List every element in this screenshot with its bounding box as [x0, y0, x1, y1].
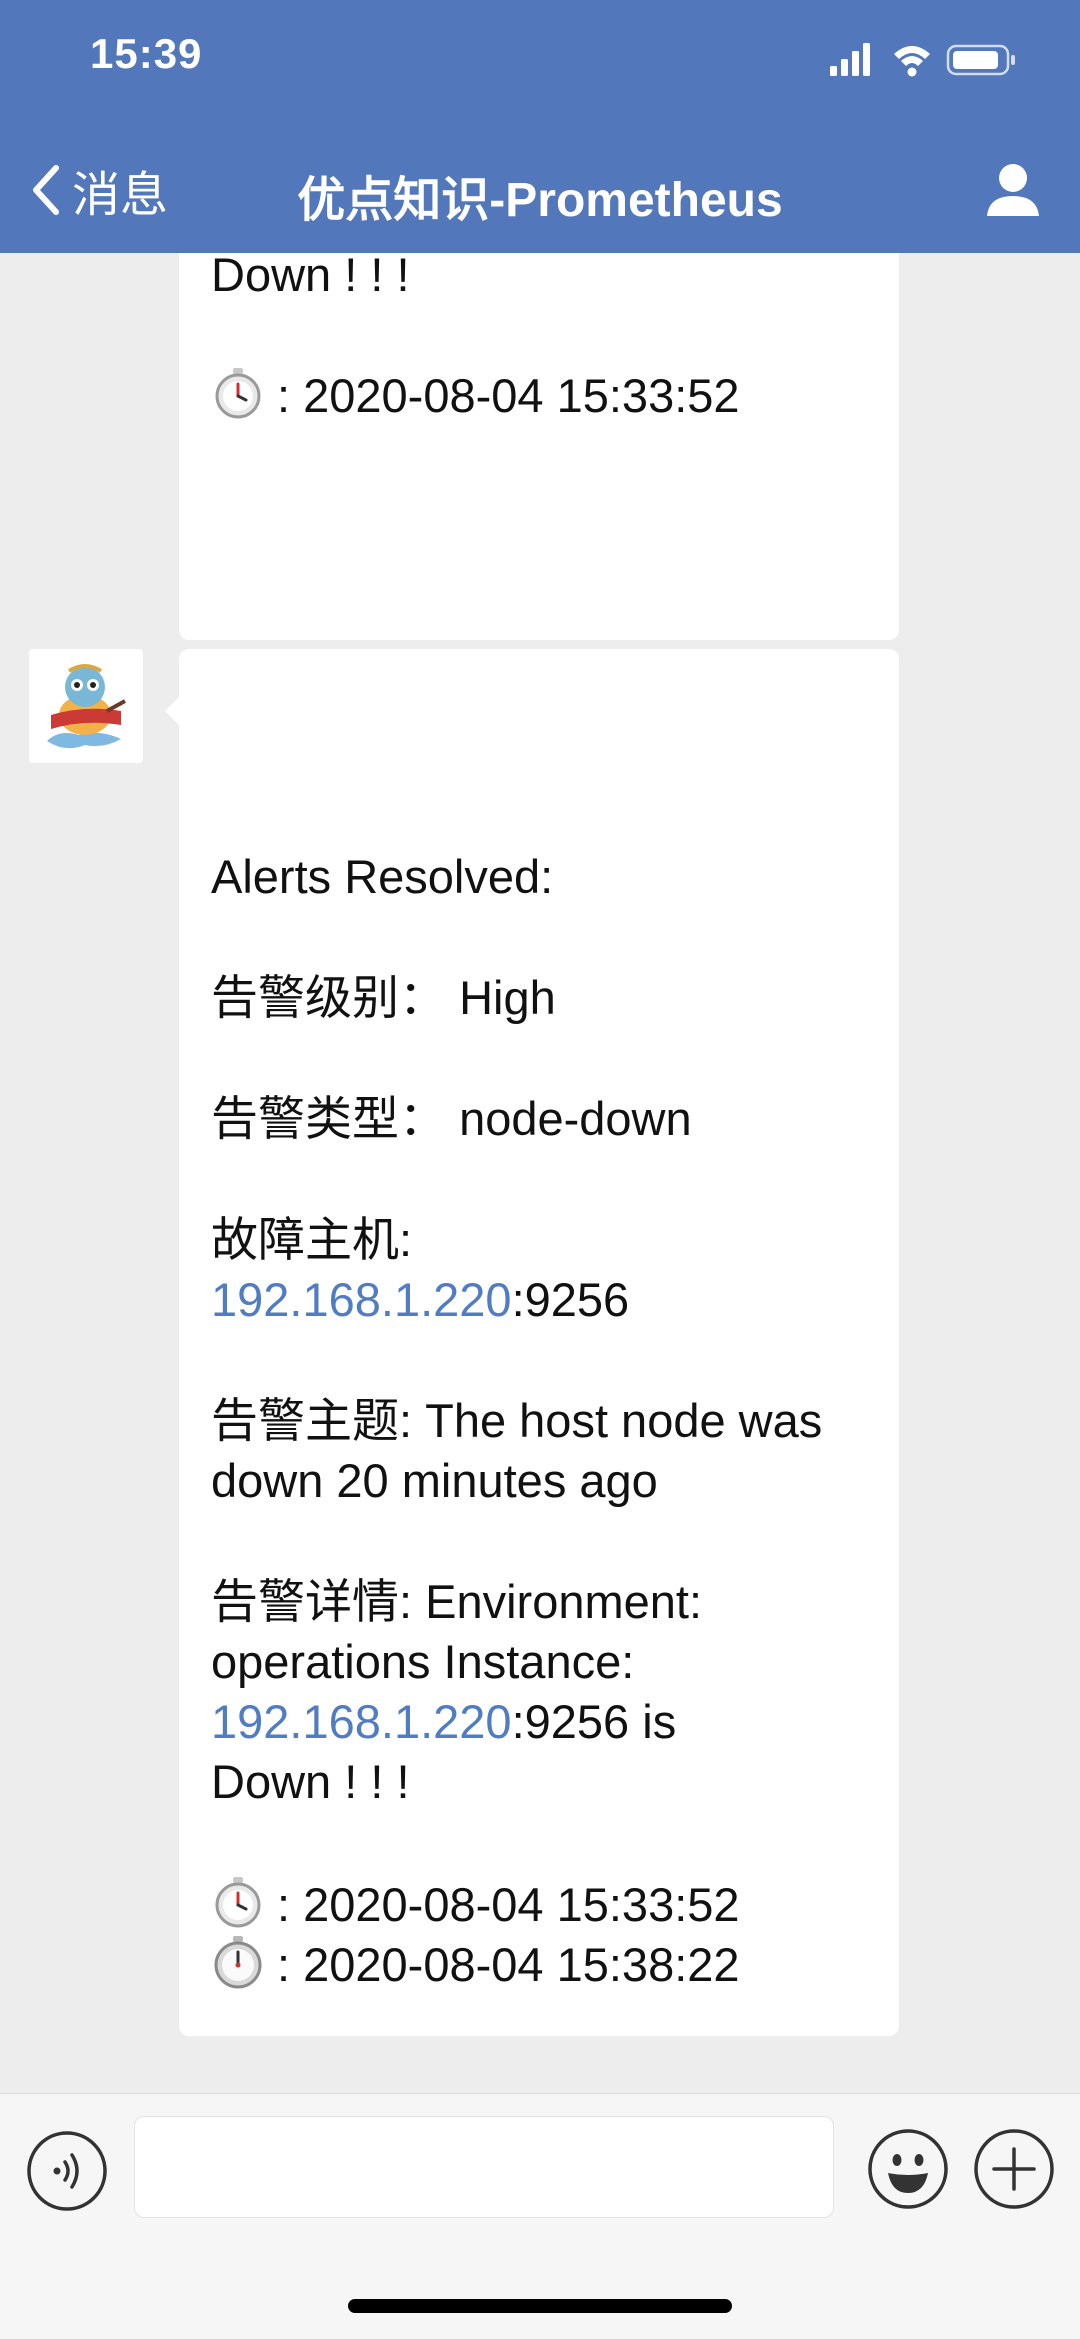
status-icons	[830, 43, 1015, 77]
detail-line: 告警详情: Environment:	[211, 1575, 703, 1628]
stopwatch-icon	[215, 1877, 261, 1928]
timestamp-text: : 2020-08-04 15:33:52	[277, 369, 740, 422]
plus-icon[interactable]	[972, 2127, 1056, 2211]
chat-title: 优点知识-Prometheus	[297, 174, 783, 227]
host-address: 192.168.1.220:9256	[211, 1270, 629, 1330]
voice-input-icon[interactable]	[25, 2129, 109, 2213]
timer-clock-icon	[214, 1936, 262, 1989]
alert-type: 告警类型： node-down	[211, 1089, 692, 1149]
message-line: Down ! ! !	[211, 253, 410, 301]
host-port: :9256	[511, 1273, 630, 1326]
message-bubble[interactable]: Alerts Resolved: 告警级别： High 告警类型： node-d…	[165, 649, 899, 2036]
status-time: 15:39	[90, 30, 203, 77]
cellular-signal-icon	[830, 43, 870, 76]
home-indicator[interactable]	[348, 2299, 732, 2313]
subject-line: 告警主题: The host node was	[211, 1394, 823, 1447]
alert-level: 告警级别： High	[211, 968, 556, 1028]
bot-avatar[interactable]	[29, 649, 143, 763]
start-time-text: : 2020-08-04 15:33:52	[277, 1878, 740, 1931]
chat-area[interactable]: Down ! ! ! : 2020-08-04 15:33:52 Alerts …	[0, 253, 1080, 2093]
end-time-text: : 2020-08-04 15:38:22	[277, 1938, 740, 1991]
alert-level-label: 告警级别：	[211, 971, 446, 1024]
start-time-line: : 2020-08-04 15:33:52	[211, 1875, 740, 1935]
profile-icon[interactable]	[981, 158, 1045, 222]
detail-line: operations Instance:	[211, 1635, 635, 1688]
detail-line: 192.168.1.220:9256 is	[211, 1692, 676, 1752]
message-line: : 2020-08-04 15:33:52	[211, 366, 740, 426]
battery-icon	[946, 44, 1015, 76]
end-time-line: : 2020-08-04 15:38:22	[211, 1935, 740, 1995]
alert-type-value: node-down	[459, 1092, 692, 1145]
wifi-icon	[894, 46, 930, 77]
detail-line: Down ! ! !	[211, 1755, 410, 1808]
host-ip-link[interactable]: 192.168.1.220	[211, 1273, 512, 1326]
alert-type-label: 告警类型：	[211, 1092, 446, 1145]
alert-heading: Alerts Resolved:	[211, 850, 554, 903]
subject-line: down 20 minutes ago	[211, 1454, 658, 1507]
message-input[interactable]	[134, 2116, 834, 2218]
stopwatch-icon	[215, 368, 261, 419]
top-bar: 15:39 消息 优点知识-Prometheus	[0, 0, 1080, 253]
host-label: 故障主机:	[211, 1213, 413, 1266]
emoji-icon[interactable]	[866, 2127, 950, 2211]
message-bubble[interactable]: Down ! ! ! : 2020-08-04 15:33:52	[179, 253, 899, 640]
detail-ip-link[interactable]: 192.168.1.220	[211, 1695, 512, 1748]
detail-ip-rest: :9256 is	[511, 1695, 677, 1748]
alert-level-value: High	[459, 971, 556, 1024]
